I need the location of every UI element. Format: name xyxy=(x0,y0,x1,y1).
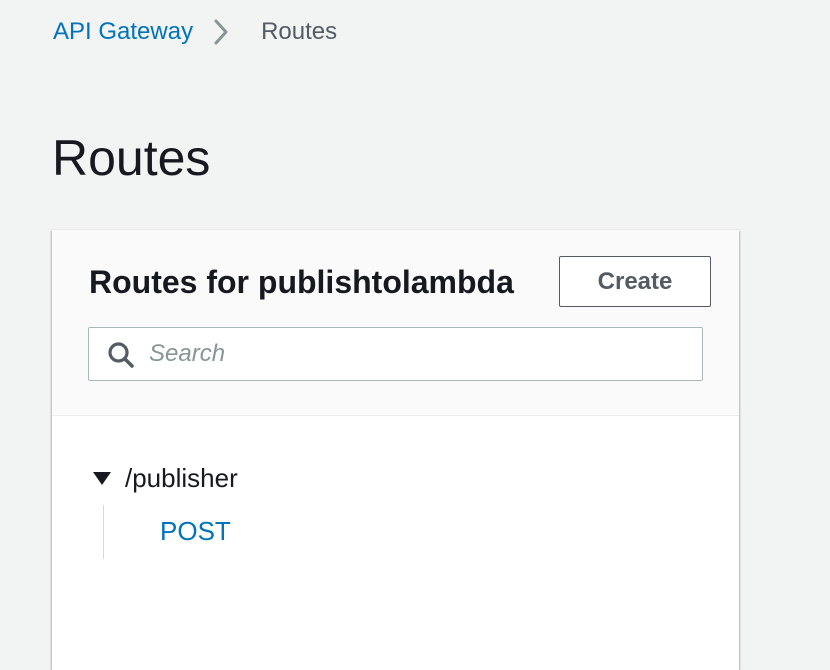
route-method-post[interactable]: POST xyxy=(160,513,231,549)
routes-panel-title: Routes for publishtolambda xyxy=(89,264,514,300)
routes-panel: Routes for publishtolambda Create /publi… xyxy=(52,230,739,670)
search-box[interactable] xyxy=(88,327,703,381)
tree-guide-line xyxy=(103,505,104,559)
routes-panel-header: Routes for publishtolambda Create xyxy=(52,230,739,416)
tree-node-publisher[interactable]: /publisher xyxy=(92,460,238,496)
breadcrumb-link-api-gateway[interactable]: API Gateway xyxy=(53,18,193,46)
tree-node-label: /publisher xyxy=(125,462,238,493)
breadcrumb-current-routes: Routes xyxy=(261,18,338,45)
chevron-right-icon xyxy=(209,14,247,50)
caret-down-icon[interactable] xyxy=(92,470,112,486)
search-input[interactable] xyxy=(149,336,679,372)
breadcrumb: API Gateway Routes xyxy=(53,14,337,50)
search-icon xyxy=(107,341,135,369)
create-route-button[interactable]: Create xyxy=(559,256,711,307)
page-title: Routes xyxy=(52,130,211,186)
